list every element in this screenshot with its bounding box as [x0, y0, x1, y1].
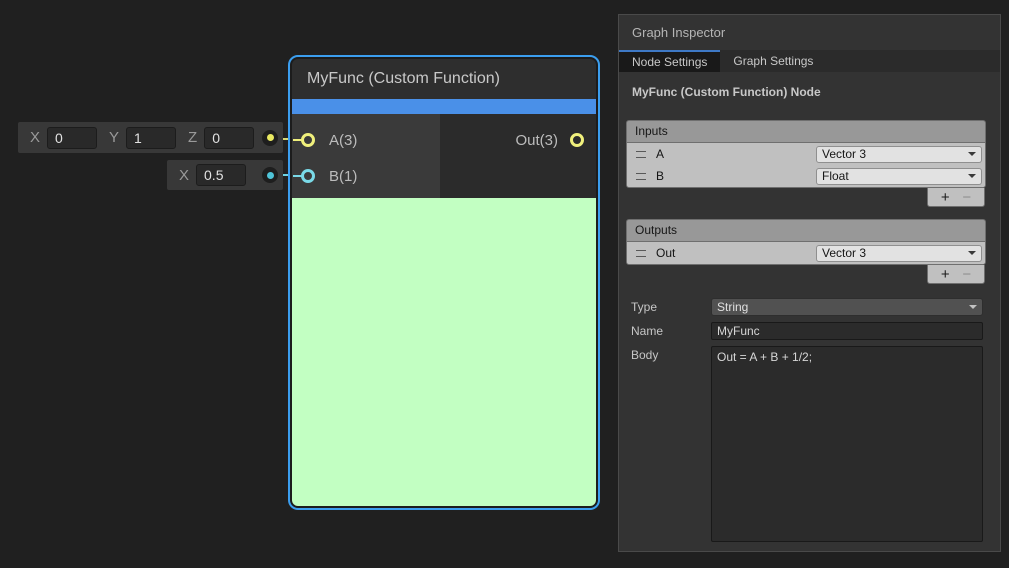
y-field-input[interactable]: 1 — [126, 127, 176, 149]
type-field-dropdown[interactable]: String — [711, 298, 983, 316]
input-port-b[interactable]: B(1) — [292, 163, 440, 189]
port-out-ring-icon[interactable] — [570, 133, 584, 147]
outputs-list: Outputs Out Vector 3 + − — [626, 219, 986, 284]
tab-node-settings[interactable]: Node Settings — [619, 50, 720, 72]
dropdown-arrow-icon — [969, 305, 977, 309]
outputs-list-header: Outputs — [626, 219, 986, 241]
y-field-label: Y — [109, 129, 119, 146]
port-a-label: A(3) — [329, 132, 357, 149]
node-title: MyFunc (Custom Function) — [292, 59, 596, 99]
inputs-list-body: A Vector 3 B Float — [626, 142, 986, 188]
drag-handle-icon[interactable] — [636, 151, 646, 158]
type-field-label: Type — [631, 298, 711, 314]
node-port-area: A(3) B(1) Out(3) — [292, 114, 596, 198]
dropdown-arrow-icon — [968, 251, 976, 255]
port-a-ring-icon[interactable] — [301, 133, 315, 147]
input-row-name: A — [656, 147, 816, 161]
inputs-list-header: Inputs — [626, 120, 986, 142]
x-field-input[interactable]: 0 — [47, 127, 97, 149]
port-b-ring-icon[interactable] — [301, 169, 315, 183]
vector3-port-socket-icon[interactable] — [262, 130, 278, 146]
function-fields: Type String Name MyFunc Body Out = A + B… — [619, 298, 1000, 542]
name-field-input[interactable]: MyFunc — [711, 322, 983, 340]
node-content: MyFunc (Custom Function) A(3) B(1) Out(3… — [292, 59, 596, 506]
outputs-list-body: Out Vector 3 — [626, 241, 986, 265]
name-field-row: Name MyFunc — [631, 322, 983, 340]
inputs-footer-buttons: + − — [927, 188, 985, 207]
node-input-ports: A(3) B(1) — [292, 114, 440, 198]
input-a-type-value: Vector 3 — [822, 147, 866, 161]
outputs-row-out[interactable]: Out Vector 3 — [627, 242, 985, 264]
body-field-label: Body — [631, 346, 711, 362]
inputs-list-footer: + − — [626, 188, 986, 207]
remove-input-button[interactable]: − — [962, 190, 971, 205]
float-x-field-label: X — [179, 167, 189, 184]
inputs-row-b[interactable]: B Float — [627, 165, 985, 187]
input-row-name: B — [656, 169, 816, 183]
outputs-list-footer: + − — [626, 265, 986, 284]
dropdown-arrow-icon — [968, 174, 976, 178]
inputs-row-a[interactable]: A Vector 3 — [627, 143, 985, 165]
vector3-input-widget: X 0 Y 1 Z 0 — [18, 122, 283, 153]
input-b-type-dropdown[interactable]: Float — [816, 168, 982, 185]
remove-output-button[interactable]: − — [962, 267, 971, 282]
add-output-button[interactable]: + — [941, 267, 950, 282]
z-field-input[interactable]: 0 — [204, 127, 254, 149]
type-field-row: Type String — [631, 298, 983, 316]
float-x-field-input[interactable]: 0.5 — [196, 164, 246, 186]
add-input-button[interactable]: + — [941, 190, 950, 205]
dropdown-arrow-icon — [968, 152, 976, 156]
port-out-label: Out(3) — [515, 132, 558, 149]
body-field-row: Body Out = A + B + 1/2; — [631, 346, 983, 542]
vector3-port-dot-icon — [267, 134, 274, 141]
inspector-tab-bar: Node Settings Graph Settings — [619, 50, 1000, 72]
input-b-type-value: Float — [822, 169, 849, 183]
tab-graph-settings[interactable]: Graph Settings — [720, 50, 826, 72]
node-accent-bar — [292, 99, 596, 114]
body-field-textarea[interactable]: Out = A + B + 1/2; — [711, 346, 983, 542]
z-field-label: Z — [188, 129, 197, 146]
type-field-value: String — [717, 300, 748, 314]
output-out-type-dropdown[interactable]: Vector 3 — [816, 245, 982, 262]
custom-function-node[interactable]: MyFunc (Custom Function) A(3) B(1) Out(3… — [288, 55, 600, 510]
float-input-widget: X 0.5 — [167, 160, 283, 190]
inspector-node-heading: MyFunc (Custom Function) Node — [619, 72, 1000, 99]
input-a-type-dropdown[interactable]: Vector 3 — [816, 146, 982, 163]
outputs-footer-buttons: + − — [927, 265, 985, 284]
port-b-label: B(1) — [329, 168, 357, 185]
inspector-title: Graph Inspector — [619, 15, 1000, 50]
output-row-name: Out — [656, 246, 816, 260]
float-port-dot-icon — [267, 172, 274, 179]
drag-handle-icon[interactable] — [636, 250, 646, 257]
name-field-label: Name — [631, 322, 711, 338]
x-field-label: X — [30, 129, 40, 146]
node-preview — [292, 198, 596, 506]
output-out-type-value: Vector 3 — [822, 246, 866, 260]
inputs-list: Inputs A Vector 3 B Float + — [626, 120, 986, 207]
graph-inspector-panel: Graph Inspector Node Settings Graph Sett… — [618, 14, 1001, 552]
input-port-a[interactable]: A(3) — [292, 127, 440, 153]
float-port-socket-icon[interactable] — [262, 167, 278, 183]
drag-handle-icon[interactable] — [636, 173, 646, 180]
node-output-ports: Out(3) — [440, 114, 596, 198]
output-port-out[interactable]: Out(3) — [440, 127, 596, 153]
